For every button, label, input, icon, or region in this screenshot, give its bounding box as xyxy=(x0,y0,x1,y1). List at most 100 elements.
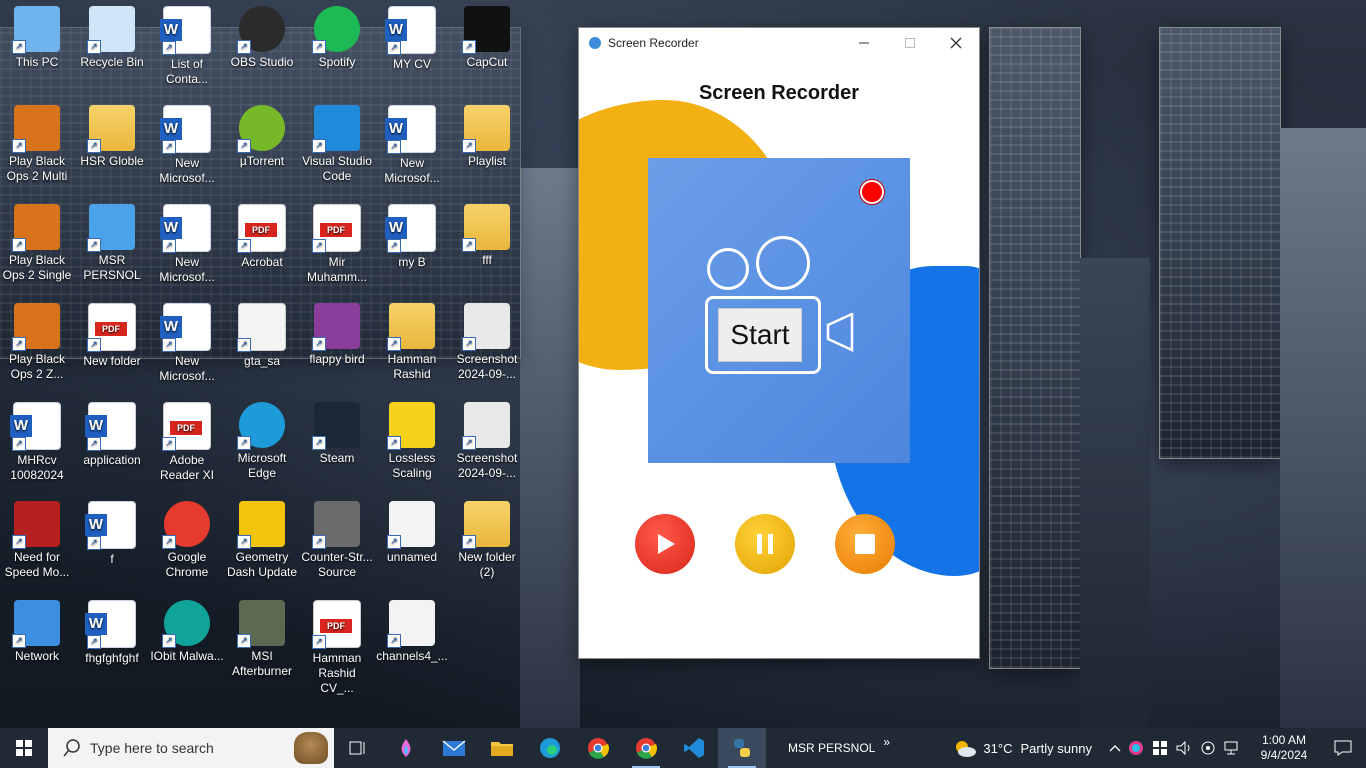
show-hidden-icons-button[interactable] xyxy=(1106,744,1124,752)
desktop-icon[interactable]: ↗ Adobe Reader XI xyxy=(150,402,224,483)
taskbar-overflow-chevron[interactable]: » xyxy=(883,735,890,749)
desktop-icon[interactable]: ↗ Recycle Bin xyxy=(75,6,149,70)
chrome-icon xyxy=(588,738,609,759)
desktop-icon[interactable]: ↗ gta_sa xyxy=(225,303,299,369)
desktop-icon[interactable]: ↗ Hamman Rashid xyxy=(375,303,449,382)
taskbar-python-app[interactable] xyxy=(718,728,766,768)
desktop-icon[interactable]: ↗ IObit Malwa... xyxy=(150,600,224,664)
chrome-profile-icon xyxy=(636,738,657,759)
desktop-icon[interactable]: ↗ New folder xyxy=(75,303,149,369)
shortcut-arrow-icon: ↗ xyxy=(387,140,401,154)
desktop-icon[interactable]: ↗ Hamman Rashid CV_... xyxy=(300,600,374,696)
desktop-icon[interactable]: ↗ New Microsof... xyxy=(375,105,449,186)
desktop-icon[interactable]: ↗ New folder (2) xyxy=(450,501,524,580)
taskbar-vscode[interactable] xyxy=(670,728,718,768)
folder-user-icon: ↗ xyxy=(87,105,135,153)
desktop-icon[interactable]: ↗ Screenshot 2024-09-... xyxy=(450,402,524,481)
minimize-icon xyxy=(859,42,869,44)
desktop-icon[interactable]: ↗ New Microsof... xyxy=(150,303,224,384)
play-button[interactable] xyxy=(635,514,695,574)
duck-icon: ↗ xyxy=(387,402,435,450)
desktop-icon[interactable]: ↗ my B xyxy=(375,204,449,270)
desktop-icon[interactable]: ↗ MSI Afterburner xyxy=(225,600,299,679)
desktop-icon[interactable]: ↗ channels4_... xyxy=(375,600,449,664)
desktop-icon[interactable]: ↗ Play Black Ops 2 Z... xyxy=(0,303,74,382)
vscode-icon xyxy=(684,738,704,758)
desktop-icon[interactable]: ↗ Counter-Str... Source xyxy=(300,501,374,580)
desktop-icon[interactable]: ↗ µTorrent xyxy=(225,105,299,169)
stop-button[interactable] xyxy=(835,514,895,574)
maximize-button[interactable] xyxy=(887,28,933,58)
taskbar-paint-app[interactable] xyxy=(382,728,430,768)
window-titlebar[interactable]: Screen Recorder xyxy=(579,28,979,58)
desktop-icon[interactable]: ↗ flappy bird xyxy=(300,303,374,367)
taskbar-mail-app[interactable] xyxy=(430,728,478,768)
shortcut-arrow-icon: ↗ xyxy=(87,536,101,550)
desktop-icon[interactable]: ↗f xyxy=(75,501,149,567)
desktop-icon[interactable]: ↗ CapCut xyxy=(450,6,524,70)
task-view-button[interactable] xyxy=(334,728,382,768)
desktop-icon[interactable]: ↗ application xyxy=(75,402,149,468)
desktop-icon[interactable]: ↗ Play Black Ops 2 Single xyxy=(0,204,74,283)
desktop-icon[interactable]: ↗ Steam xyxy=(300,402,374,466)
action-center-button[interactable] xyxy=(1320,740,1366,756)
iobit-icon: ↗ xyxy=(162,600,210,648)
desktop-icon[interactable]: ↗ Lossless Scaling xyxy=(375,402,449,481)
taskbar-search-box[interactable]: Type here to search xyxy=(48,728,334,768)
image-icon: ↗ xyxy=(387,600,435,648)
taskbar-edge[interactable] xyxy=(526,728,574,768)
camera-tray-app[interactable] xyxy=(1196,740,1220,756)
stop-icon xyxy=(855,534,875,554)
color-tray-app[interactable] xyxy=(1124,740,1148,756)
close-button[interactable] xyxy=(933,28,979,58)
desktop-icon[interactable]: ↗ List of Conta... xyxy=(150,6,224,87)
volume-button[interactable] xyxy=(1172,740,1196,756)
desktop-icon[interactable]: ↗ OBS Studio xyxy=(225,6,299,70)
desktop-icon[interactable]: ↗ Google Chrome xyxy=(150,501,224,580)
desktop-icon[interactable]: ↗ fff xyxy=(450,204,524,268)
pause-button[interactable] xyxy=(735,514,795,574)
camera-reel-large-icon xyxy=(756,236,810,290)
taskbar-file-explorer[interactable] xyxy=(478,728,526,768)
desktop-icon[interactable]: ↗ Geometry Dash Update xyxy=(225,501,299,580)
desktop-icon-label: flappy bird xyxy=(309,352,365,366)
desktop-icon[interactable]: ↗ MY CV xyxy=(375,6,449,72)
shortcut-arrow-icon: ↗ xyxy=(462,238,476,252)
security-tray-app[interactable] xyxy=(1148,740,1172,756)
desktop-icon[interactable]: ↗ Play Black Ops 2 Multi xyxy=(0,105,74,184)
minimize-button[interactable] xyxy=(841,28,887,58)
desktop-icon[interactable]: ↗ unnamed xyxy=(375,501,449,565)
start-button[interactable]: Start xyxy=(718,308,802,362)
desktop-icon[interactable]: ↗ MSR PERSNOL xyxy=(75,204,149,283)
desktop-icon[interactable]: ↗ Need for Speed Mo... xyxy=(0,501,74,580)
close-icon xyxy=(950,37,962,49)
desktop-icon[interactable]: ↗ Spotify xyxy=(300,6,374,70)
word-doc-icon: ↗ xyxy=(385,105,436,154)
clock[interactable]: 1:00 AM 9/4/2024 xyxy=(1248,733,1320,763)
desktop-icon[interactable]: ↗ MHRcv 10082024 xyxy=(0,402,74,483)
desktop-icon-label: Microsoft Edge xyxy=(237,451,287,480)
desktop-icon[interactable]: ↗ Mir Muhamm... xyxy=(300,204,374,285)
desktop-icon[interactable]: ↗ New Microsof... xyxy=(150,105,224,186)
clock-time: 1:00 AM xyxy=(1261,733,1307,747)
taskbar-chrome-profile[interactable] xyxy=(622,728,670,768)
desktop-icon[interactable]: ↗ fhgfghfghf xyxy=(75,600,149,666)
folder-icon: ↗ xyxy=(462,501,510,549)
taskbar-chrome[interactable] xyxy=(574,728,622,768)
desktop-icon[interactable]: ↗ Microsoft Edge xyxy=(225,402,299,481)
weather-widget[interactable]: 31°C Partly sunny xyxy=(953,738,1092,758)
windows-start-button[interactable] xyxy=(0,728,48,768)
desktop-icon[interactable]: ↗ Network xyxy=(0,600,74,664)
desktop-icon[interactable]: ↗ Playlist xyxy=(450,105,524,169)
desktop-icon-label: application xyxy=(83,453,141,467)
network-button[interactable] xyxy=(1220,740,1244,756)
desktop-icon[interactable]: ↗ This PC xyxy=(0,6,74,70)
desktop-icon[interactable]: ↗ New Microsof... xyxy=(150,204,224,285)
desktop-icon[interactable]: ↗ Screenshot 2024-09-... xyxy=(450,303,524,382)
desktop-icon[interactable]: ↗ Acrobat xyxy=(225,204,299,270)
shortcut-arrow-icon: ↗ xyxy=(387,239,401,253)
weather-temperature: 31°C xyxy=(983,740,1013,756)
desktop-icon[interactable]: ↗ HSR Globle xyxy=(75,105,149,169)
desktop-icon[interactable]: ↗ Visual Studio Code xyxy=(300,105,374,184)
taskbar-toolbar-label[interactable]: MSR PERSNOL xyxy=(788,741,875,755)
